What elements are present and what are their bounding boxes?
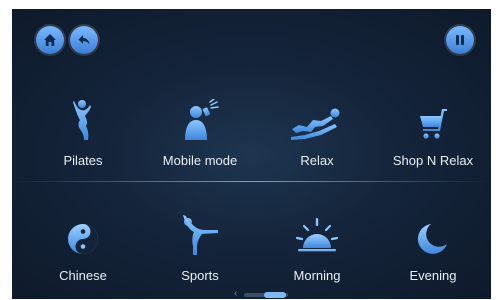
mode-label: Sports [181, 268, 219, 283]
mode-pilates[interactable]: Pilates [33, 97, 133, 168]
mode-label: Chinese [59, 268, 107, 283]
scroll-thumb[interactable] [264, 292, 286, 298]
back-arrow-icon [76, 32, 92, 48]
mobile-person-icon [150, 97, 250, 141]
pause-icon [452, 32, 468, 48]
sunrise-icon [267, 212, 367, 256]
massage-mode-screen: Pilates Mobile mode Relax Shop N Relax C… [12, 9, 491, 299]
yin-yang-icon [33, 212, 133, 256]
mode-mobile-mode[interactable]: Mobile mode [150, 97, 250, 168]
home-button[interactable] [36, 26, 64, 54]
row-divider [12, 181, 491, 182]
crescent-moon-icon [383, 212, 483, 256]
mode-chinese[interactable]: Chinese [33, 212, 133, 283]
stretching-figure-icon [150, 212, 250, 256]
pause-button[interactable] [446, 26, 474, 54]
page-scroll-indicator[interactable]: ‹ [234, 288, 292, 299]
mode-shop-n-relax[interactable]: Shop N Relax [383, 97, 483, 168]
mode-morning[interactable]: Morning [267, 212, 367, 283]
mode-label: Relax [300, 153, 334, 168]
mode-label: Pilates [63, 153, 103, 168]
mode-relax[interactable]: Relax [267, 97, 367, 168]
mode-evening[interactable]: Evening [383, 212, 483, 283]
home-icon [42, 32, 58, 48]
mode-sports[interactable]: Sports [150, 212, 250, 283]
shopping-cart-icon [383, 97, 483, 141]
mode-label: Morning [293, 268, 341, 283]
reclining-person-icon [267, 97, 367, 141]
pilates-figure-icon [33, 97, 133, 141]
chevron-left-icon[interactable]: ‹ [234, 288, 237, 299]
mode-label: Shop N Relax [392, 153, 474, 168]
back-button[interactable] [70, 26, 98, 54]
mode-label: Mobile mode [162, 153, 238, 168]
mode-label: Evening [409, 268, 457, 283]
